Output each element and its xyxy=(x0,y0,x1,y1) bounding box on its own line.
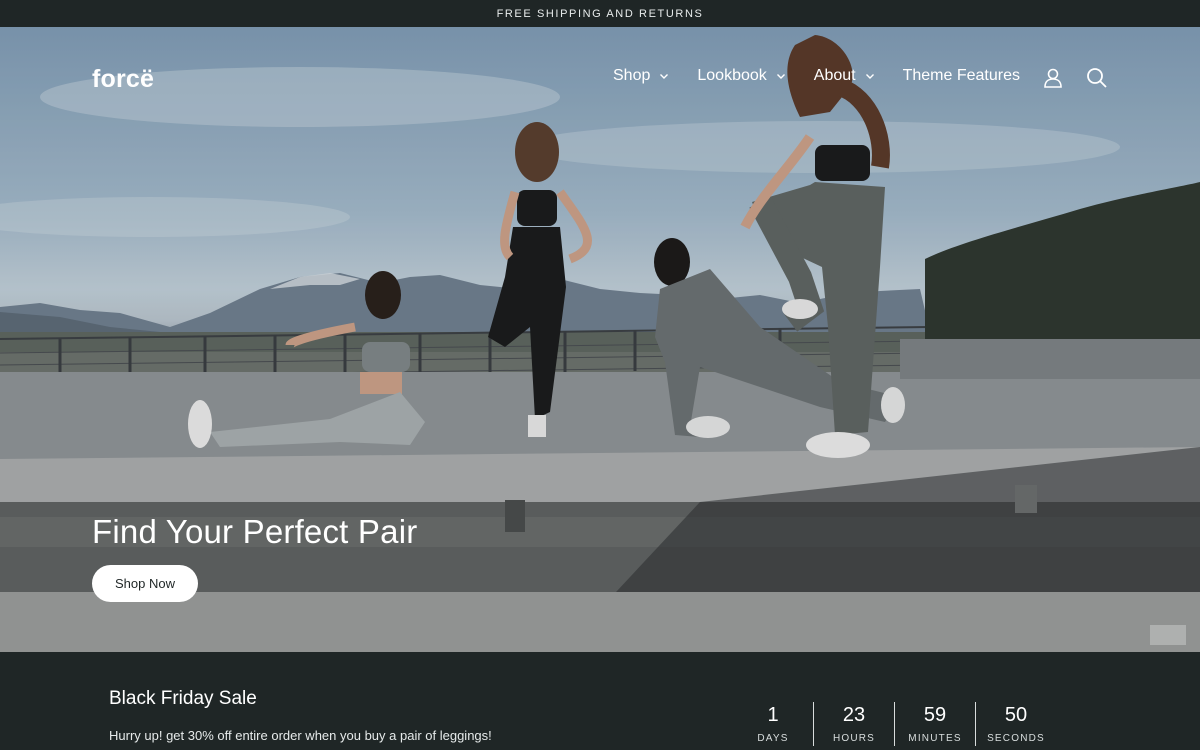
countdown-label: SECONDS xyxy=(987,733,1045,744)
countdown-label: MINUTES xyxy=(908,733,962,744)
nav-item-label: Lookbook xyxy=(697,67,767,84)
countdown-minutes: 59 MINUTES xyxy=(894,702,975,746)
countdown-timer: 1 DAYS 23 HOURS 59 MINUTES 50 SECONDS xyxy=(733,702,1056,746)
nav-item-label: Theme Features xyxy=(902,67,1020,84)
countdown-value: 1 xyxy=(767,704,779,726)
countdown-value: 50 xyxy=(1004,704,1028,726)
main-nav: Shop Lookbook About Theme Features xyxy=(613,67,1048,85)
hero-title: Find Your Perfect Pair xyxy=(92,513,418,550)
nav-item-label: About xyxy=(813,67,856,84)
announcement-bar: FREE SHIPPING AND RETURNS xyxy=(0,0,1200,27)
countdown-value: 23 xyxy=(842,704,866,726)
sale-banner: Black Friday Sale Hurry up! get 30% off … xyxy=(0,652,1200,750)
account-icon[interactable] xyxy=(1042,67,1064,89)
countdown-days: 1 DAYS xyxy=(733,702,813,746)
chevron-down-icon xyxy=(776,74,785,79)
countdown-value: 59 xyxy=(923,704,947,726)
nav-item-label: Shop xyxy=(613,67,651,84)
nav-item-about[interactable]: About xyxy=(814,67,875,85)
site-logo[interactable]: forcë xyxy=(92,65,154,94)
sale-description: Hurry up! get 30% off entire order when … xyxy=(109,728,492,743)
announcement-text: FREE SHIPPING AND RETURNS xyxy=(496,7,704,20)
chevron-down-icon xyxy=(865,74,874,79)
countdown-label: HOURS xyxy=(832,733,876,744)
nav-item-shop[interactable]: Shop xyxy=(613,67,669,85)
nav-item-lookbook[interactable]: Lookbook xyxy=(697,67,785,85)
nav-item-theme-features[interactable]: Theme Features xyxy=(903,67,1020,85)
shop-now-button[interactable]: Shop Now xyxy=(92,565,198,602)
sale-title: Black Friday Sale xyxy=(109,688,257,709)
site-header: forcë Shop Lookbook About Theme Features xyxy=(0,27,1200,127)
chevron-down-icon xyxy=(660,74,669,79)
countdown-hours: 23 HOURS xyxy=(813,702,894,746)
countdown-label: DAYS xyxy=(757,733,789,744)
countdown-seconds: 50 SECONDS xyxy=(975,702,1056,746)
search-icon[interactable] xyxy=(1086,67,1108,89)
